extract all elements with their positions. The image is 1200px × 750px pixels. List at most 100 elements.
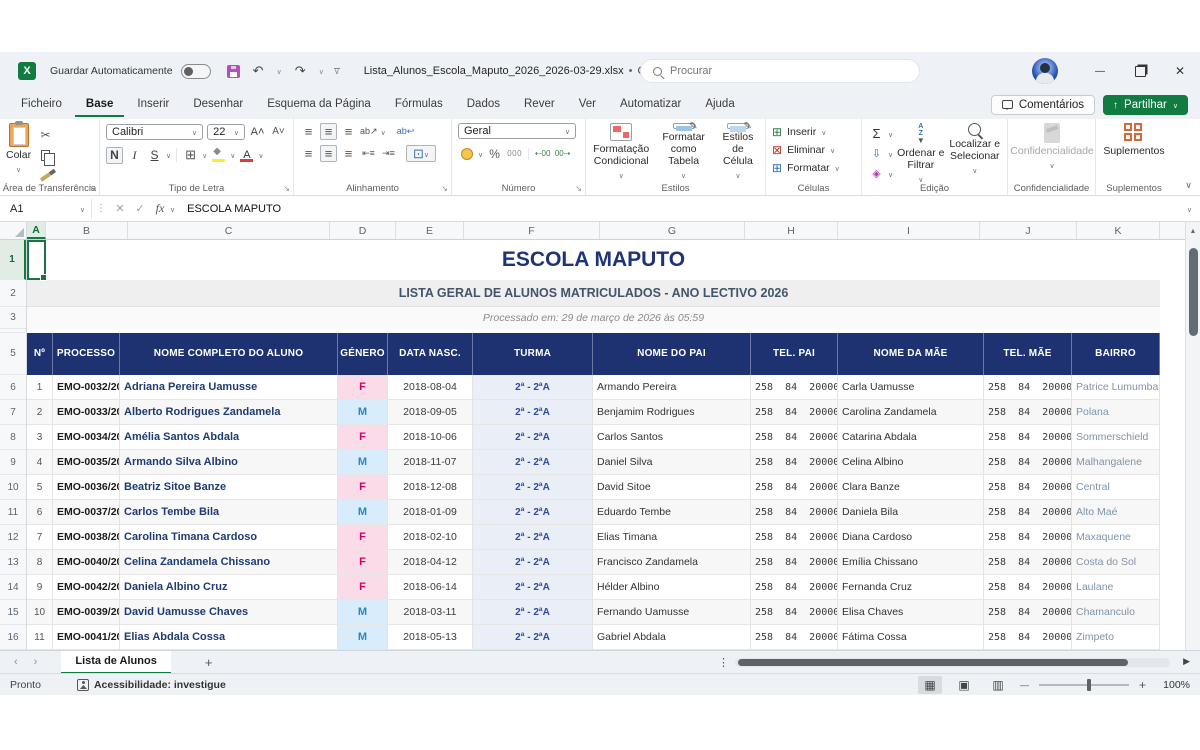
share-button[interactable]: Partilhar [1103,95,1188,115]
cell-tel-ma-e[interactable]: 258 84 200003 [984,450,1072,474]
cell-tel-pai[interactable]: 258 84 200003 [751,400,838,424]
cell-turma[interactable]: 2ª - 2ªA [473,625,593,649]
restore-button[interactable] [1120,52,1160,90]
page-layout-view-icon[interactable] [952,676,976,694]
cell-tel-pai[interactable]: 258 84 200003 [751,450,838,474]
cell-ge-nero[interactable]: M [338,500,388,524]
table-row[interactable]: 9EMO-0042/202Daniela Albino CruzF2018-06… [27,575,1160,600]
cell-processo[interactable]: EMO-0041/202 [53,625,120,649]
cell-n[interactable]: 8 [27,550,53,574]
wrap-text-icon[interactable] [397,123,415,140]
table-row[interactable]: 5EMO-0036/202Beatriz Sitoe BanzeF2018-12… [27,475,1160,500]
save-icon[interactable] [227,65,240,78]
autosave-toggle[interactable] [181,64,211,79]
expand-formula-bar-icon[interactable] [1187,204,1192,214]
row-header-5[interactable]: 5 [0,333,26,375]
cell-tel-ma-e[interactable]: 258 84 200003 [984,525,1072,549]
table-row[interactable]: 11EMO-0041/202Elias Abdala CossaM2018-05… [27,625,1160,650]
column-header-h[interactable]: H [745,222,838,239]
column-header-f[interactable]: F [464,222,600,239]
cell-bairro[interactable]: Zimpeto [1072,625,1160,649]
ribbon-tab-base[interactable]: Base [75,93,125,117]
cell-tel-ma-e[interactable]: 258 84 200004 [984,575,1072,599]
accounting-format-icon[interactable] [458,145,475,162]
fill-icon[interactable] [868,145,885,162]
row-header-10[interactable]: 10 [0,475,26,500]
cell-data-nasc[interactable]: 2018-10-06 [388,425,473,449]
cell-bairro[interactable]: Sommerschield [1072,425,1160,449]
table-row[interactable]: 8EMO-0040/202Celina Zandamela ChissanoF2… [27,550,1160,575]
filename[interactable]: Lista_Alunos_Escola_Maputo_2026_2026-03-… [364,65,624,77]
cell-data-nasc[interactable]: 2018-01-09 [388,500,473,524]
cell-turma[interactable]: 2ª - 2ªA [473,450,593,474]
ribbon-tab-automatizar[interactable]: Automatizar [609,93,692,117]
cell-tel-ma-e[interactable]: 258 84 200004 [984,625,1072,649]
cell-processo[interactable]: EMO-0035/202 [53,450,120,474]
accessibility-status[interactable]: Acessibilidade: investigue [77,679,226,691]
cell-turma[interactable]: 2ª - 2ªA [473,575,593,599]
select-all-corner[interactable] [0,222,27,239]
cell-nome-do-pai[interactable]: Elias Timana [593,525,751,549]
table-row[interactable]: 2EMO-0033/202Alberto Rodrigues Zandamela… [27,400,1160,425]
cell-ge-nero[interactable]: F [338,550,388,574]
cell-nome-do-pai[interactable]: Fernando Uamusse [593,600,751,624]
column-header-a[interactable]: A [27,222,46,239]
scroll-right-icon[interactable] [1183,656,1190,667]
cell-turma[interactable]: 2ª - 2ªA [473,500,593,524]
cell-tel-ma-e[interactable]: 258 84 200003 [984,500,1072,524]
column-header-k[interactable]: K [1077,222,1160,239]
number-format-select[interactable]: Geral [458,123,576,139]
cell-nome-do-pai[interactable]: Hélder Albino [593,575,751,599]
bold-button[interactable]: N [106,147,123,164]
cell-turma[interactable]: 2ª - 2ªA [473,475,593,499]
align-left-icon[interactable] [300,145,317,162]
cell-processo[interactable]: EMO-0040/202 [53,550,120,574]
vertical-scrollbar[interactable] [1185,222,1200,650]
cell-ge-nero[interactable]: F [338,525,388,549]
cell-nome-da-ma-e[interactable]: Fernanda Cruz [838,575,984,599]
cell-nome-completo-do-aluno[interactable]: Carlos Tembe Bila [120,500,338,524]
cell-nome-da-ma-e[interactable]: Celina Albino [838,450,984,474]
undo-icon[interactable] [250,63,267,80]
sort-filter-button[interactable]: AZ▼ Ordenar e Filtrar [897,123,944,181]
row-header-7[interactable]: 7 [0,400,26,425]
zoom-level[interactable]: 100% [1156,679,1190,691]
number-dialog-launcher-icon[interactable] [575,184,582,193]
row-header-16[interactable]: 16 [0,625,26,650]
cell-styles-button[interactable]: Estilos de Célula [717,123,759,181]
cell-nome-do-pai[interactable]: Gabriel Abdala [593,625,751,649]
insert-cells-button[interactable]: Inserir [772,123,855,141]
cancel-entry-icon[interactable]: ✕ [110,202,130,215]
ribbon-tab-ver[interactable]: Ver [568,93,607,117]
cell-n[interactable]: 4 [27,450,53,474]
cell-nome-completo-do-aluno[interactable]: Daniela Albino Cruz [120,575,338,599]
cell-processo[interactable]: EMO-0038/202 [53,525,120,549]
cut-icon[interactable] [37,126,54,143]
font-size-select[interactable]: 22 [207,124,245,140]
underline-button[interactable]: S [146,147,163,164]
cell-nome-completo-do-aluno[interactable]: Alberto Rodrigues Zandamela [120,400,338,424]
font-family-select[interactable]: Calibri [106,124,203,140]
cell-tel-ma-e[interactable]: 258 84 200003 [984,600,1072,624]
font-dialog-launcher-icon[interactable] [283,184,290,193]
cell-n[interactable]: 9 [27,575,53,599]
cell-bairro[interactable]: Maxaquene [1072,525,1160,549]
cell-turma[interactable]: 2ª - 2ªA [473,600,593,624]
alignment-dialog-launcher-icon[interactable] [441,184,448,193]
cell-nome-da-ma-e[interactable]: Carla Uamusse [838,375,984,399]
cell-ge-nero[interactable]: F [338,475,388,499]
ribbon-tab-fo-rmulas[interactable]: Fórmulas [384,93,454,117]
format-as-table-button[interactable]: Formatar como Tabela [654,123,712,181]
scroll-up-icon[interactable] [1186,222,1200,240]
cell-turma[interactable]: 2ª - 2ªA [473,550,593,574]
cell-tel-ma-e[interactable]: 258 84 200003 [984,550,1072,574]
row-header-2[interactable]: 2 [0,280,26,307]
cell-n[interactable]: 10 [27,600,53,624]
row-header-9[interactable]: 9 [0,450,26,475]
user-avatar[interactable] [1032,58,1058,84]
cell-tel-ma-e[interactable]: 258 84 200003 [984,400,1072,424]
cell-nome-do-pai[interactable]: Carlos Santos [593,425,751,449]
cell-data-nasc[interactable]: 2018-12-08 [388,475,473,499]
cell-nome-do-pai[interactable]: Francisco Zandamela [593,550,751,574]
cell-nome-completo-do-aluno[interactable]: Adriana Pereira Uamusse [120,375,338,399]
